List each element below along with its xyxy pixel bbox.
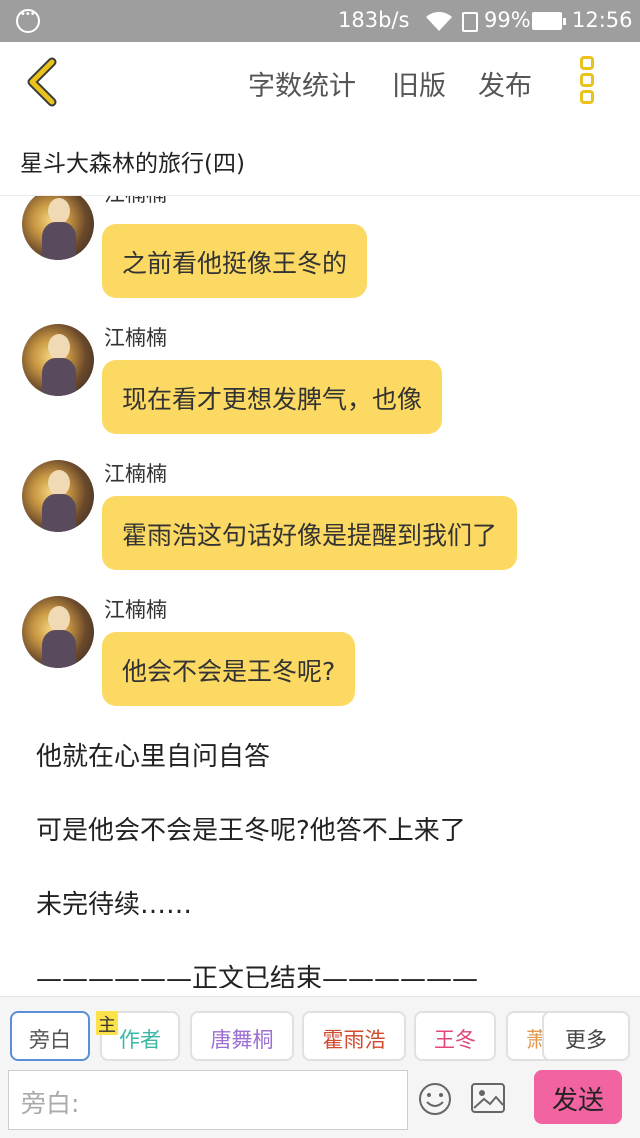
narration-line[interactable]: 他就在心里自问自答 <box>36 736 270 773</box>
message-input[interactable]: 旁白: <box>8 1070 408 1130</box>
avatar[interactable] <box>22 324 94 396</box>
sender-name: 江楠楠 <box>104 196 167 208</box>
avatar[interactable] <box>22 460 94 532</box>
message-bubble[interactable]: 现在看才更想发脾气，也像 <box>102 360 443 434</box>
notification-dots-icon <box>16 9 40 33</box>
avatar[interactable] <box>22 196 94 260</box>
story-content[interactable]: 江楠楠 之前看他挺像王冬的 江楠楠 现在看才更想发脾气，也像 江楠楠 霍雨浩这句… <box>0 196 640 988</box>
back-arrow-icon[interactable] <box>22 56 62 108</box>
more-menu-icon[interactable] <box>580 56 596 106</box>
chapter-title: 星斗大森林的旅行(四) <box>20 151 245 177</box>
wifi-icon <box>426 11 452 31</box>
message-bubble[interactable]: 霍雨浩这句话好像是提醒到我们了 <box>102 496 518 570</box>
sender-name: 江楠楠 <box>104 462 167 486</box>
message-bubble[interactable]: 他会不会是王冬呢? <box>102 632 356 706</box>
status-bar: 183b/s 99% 12:56 <box>0 0 640 42</box>
sender-name: 江楠楠 <box>104 598 167 622</box>
sender-name: 江楠楠 <box>104 326 167 350</box>
image-icon[interactable] <box>470 1082 506 1114</box>
role-wang-button[interactable]: 王冬 <box>414 1011 496 1061</box>
role-tang-button[interactable]: 唐舞桐 <box>190 1011 294 1061</box>
narration-line[interactable]: 可是他会不会是王冬呢?他答不上来了 <box>36 810 466 847</box>
battery-icon <box>532 12 566 30</box>
publish-button[interactable]: 发布 <box>478 64 532 103</box>
role-narrator-button[interactable]: 旁白 <box>10 1011 90 1061</box>
more-roles-button[interactable]: 更多 <box>542 1011 630 1061</box>
avatar[interactable] <box>22 596 94 668</box>
message-bubble[interactable]: 之前看他挺像王冬的 <box>102 224 368 298</box>
old-version-button[interactable]: 旧版 <box>392 64 446 103</box>
send-button[interactable]: 发送 <box>534 1070 622 1124</box>
emoji-icon[interactable] <box>418 1082 452 1116</box>
top-toolbar: 字数统计 旧版 发布 <box>0 42 640 122</box>
sim-icon <box>462 12 478 32</box>
input-placeholder: 旁白: <box>21 1089 80 1118</box>
clock: 12:56 <box>572 8 633 32</box>
input-bar: 旁白: 发送 <box>0 1070 640 1138</box>
chapter-header: 星斗大森林的旅行(四) <box>0 122 640 196</box>
role-huo-button[interactable]: 霍雨浩 <box>302 1011 406 1061</box>
host-badge: 主 <box>96 1011 118 1036</box>
battery-percent: 99% <box>484 8 531 32</box>
role-selector: 旁白 作者 主 唐舞桐 霍雨浩 王冬 萧萧 更多 <box>0 996 640 1070</box>
word-count-button[interactable]: 字数统计 <box>248 64 356 103</box>
end-marker: ——————正文已结束—————— <box>36 964 479 988</box>
narration-line[interactable]: 未完待续…… <box>36 884 192 921</box>
network-speed: 183b/s <box>338 8 410 32</box>
